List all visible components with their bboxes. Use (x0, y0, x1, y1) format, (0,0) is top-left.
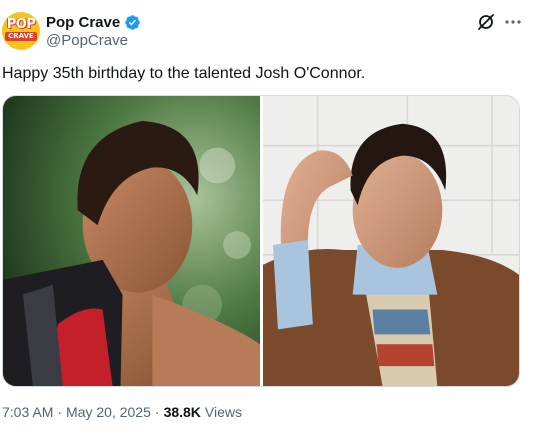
views-count[interactable]: 38.8K (164, 404, 201, 420)
photo-right[interactable] (262, 96, 519, 386)
author-display-name[interactable]: Pop Crave (46, 14, 120, 31)
avatar[interactable]: POP CRAVE (2, 12, 40, 50)
meta-separator: · (57, 404, 63, 420)
author-handle[interactable]: @PopCrave (46, 32, 128, 49)
meta-separator-2: · (154, 404, 160, 420)
tweet-time[interactable]: 7:03 AM (2, 404, 53, 420)
more-dots-icon[interactable] (502, 12, 524, 32)
verified-badge-icon[interactable] (124, 14, 141, 31)
views-label: Views (204, 404, 243, 420)
tweet-date[interactable]: May 20, 2025 (66, 404, 151, 420)
author-name-row: Pop Crave (46, 12, 141, 32)
avatar-logo-top: POP (6, 17, 36, 32)
tweet-meta: 7:03 AM · May 20, 2025 · 38.8K Views (2, 404, 242, 420)
grok-icon[interactable] (476, 12, 496, 32)
tweet-card: POP CRAVE Pop Crave @PopCrave Happy 35th… (0, 0, 540, 435)
media-grid (2, 95, 520, 387)
photo-right-image (262, 96, 519, 386)
avatar-logo-bottom: CRAVE (5, 32, 37, 41)
photo-left[interactable] (3, 96, 260, 386)
photo-left-image (3, 96, 260, 386)
tweet-text: Happy 35th birthday to the talented Josh… (2, 65, 366, 82)
